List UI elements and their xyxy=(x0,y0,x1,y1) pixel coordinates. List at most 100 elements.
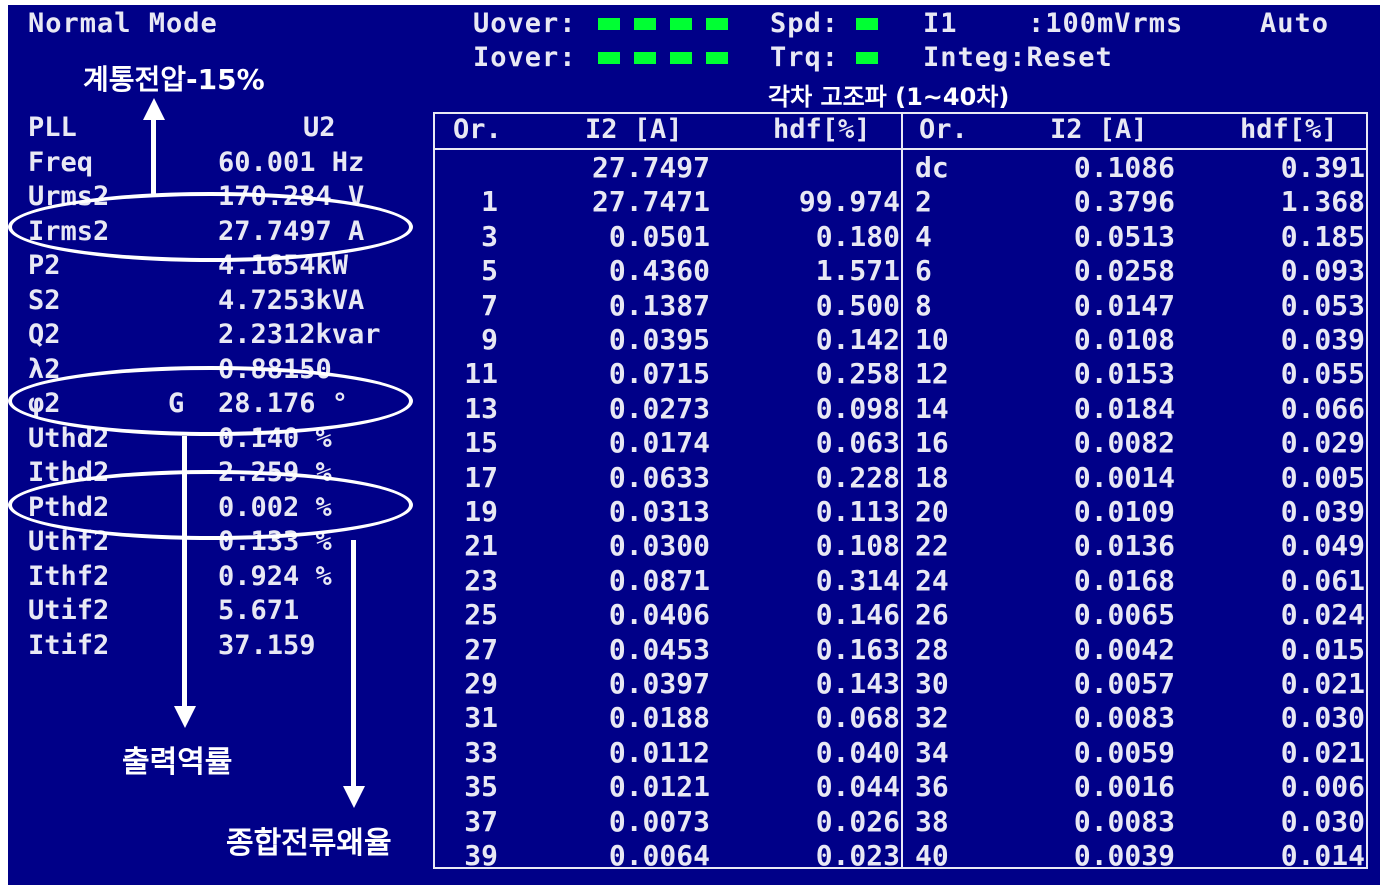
current-cell: 0.0083 xyxy=(1073,804,1175,838)
current-cell: 0.0273 xyxy=(608,391,710,425)
current-cell: 0.0406 xyxy=(608,598,710,632)
hdf-cell: 0.039 xyxy=(1280,323,1365,356)
integ-status: Integ:Reset xyxy=(923,42,1113,73)
order-cell: 39 xyxy=(464,839,498,872)
current-cell: 0.0513 xyxy=(1073,219,1175,253)
current-cell: 0.4360 xyxy=(608,254,710,288)
hdf-cell: 1.368 xyxy=(1280,185,1365,219)
current-cell: 0.0174 xyxy=(608,426,710,460)
table-row: 1 27.7471 99.974 2 0.3796 1.368 xyxy=(435,185,1366,219)
current-cell: 0.1086 xyxy=(1073,151,1175,184)
current-cell: 0.0453 xyxy=(608,632,710,666)
param-value: 4.7253kVA xyxy=(218,284,365,316)
table-row: 29 0.0397 0.143 30 0.0057 0.021 xyxy=(435,667,1366,701)
param-label: P2 xyxy=(28,250,61,281)
order-cell: 9 xyxy=(481,323,498,356)
spd-indicator xyxy=(856,18,878,30)
table-row: 21 0.0300 0.108 22 0.0136 0.049 xyxy=(435,529,1366,563)
order-cell: 17 xyxy=(464,460,498,494)
arrow-line xyxy=(151,118,156,194)
hdf-cell: 0.098 xyxy=(815,391,900,425)
param-label: S2 xyxy=(28,284,61,316)
hdf-cell: 0.108 xyxy=(815,529,900,563)
hdf-cell: 0.391 xyxy=(1280,151,1365,184)
current-cell: 0.0112 xyxy=(608,735,710,769)
col-header-current-2: I2 [A] xyxy=(1050,114,1148,145)
indicator-square xyxy=(706,18,728,30)
current-cell: 0.0258 xyxy=(1073,254,1175,288)
current-cell: 0.0109 xyxy=(1073,495,1175,528)
order-cell: 7 xyxy=(481,288,498,322)
hdf-cell: 0.014 xyxy=(1280,839,1365,872)
table-row: 13 0.0273 0.098 14 0.0184 0.066 xyxy=(435,392,1366,426)
param-value: 37.159 xyxy=(218,629,316,661)
hdf-cell: 0.030 xyxy=(1280,701,1365,735)
current-cell: 0.0064 xyxy=(608,839,710,872)
param-label: Freq xyxy=(28,146,94,178)
hdf-cell: 1.571 xyxy=(815,254,900,288)
current-cell: 27.7497 xyxy=(591,151,710,184)
arrow-line xyxy=(182,436,187,708)
mode-title: Normal Mode xyxy=(28,8,218,39)
current-cell: 0.0395 xyxy=(608,323,710,356)
current-cell: 0.0397 xyxy=(608,667,710,700)
indicator-square xyxy=(670,52,692,64)
current-cell: 0.0501 xyxy=(608,219,710,253)
param-row: PLL U2 xyxy=(28,113,428,147)
arrow-down-icon xyxy=(343,786,365,808)
hdf-cell: 0.113 xyxy=(815,495,900,528)
current-cell: 0.0082 xyxy=(1073,426,1175,460)
table-row: 37 0.0073 0.026 38 0.0083 0.030 xyxy=(435,805,1366,839)
param-value: 5.671 xyxy=(218,595,300,626)
current-cell: 0.0136 xyxy=(1073,529,1175,563)
hdf-cell: 0.142 xyxy=(815,323,900,356)
iover-label: Iover: xyxy=(473,42,577,73)
order-cell: 29 xyxy=(464,667,498,700)
annotation-harmonics: 각차 고조파 (1~40차) xyxy=(768,83,1010,111)
arrow-line xyxy=(351,540,356,788)
current-cell: 27.7471 xyxy=(591,185,710,219)
param-label: Q2 xyxy=(28,319,61,350)
arrow-down-icon xyxy=(174,706,196,728)
current-cell: 0.0073 xyxy=(608,804,710,838)
current-cell: 0.0168 xyxy=(1073,563,1175,597)
col-header-hdf-2: hdf[%] xyxy=(1240,114,1338,145)
current-cell: 0.0039 xyxy=(1073,839,1175,872)
range-mode: Auto xyxy=(1260,8,1330,39)
hdf-cell: 0.040 xyxy=(815,735,900,769)
current-cell: 0.0065 xyxy=(1073,598,1175,632)
current-cell: 0.0188 xyxy=(608,701,710,735)
current-cell: 0.0059 xyxy=(1073,735,1175,769)
param-value: 2.2312kvar xyxy=(218,319,381,350)
indicator-square xyxy=(598,52,620,64)
table-row: 15 0.0174 0.063 16 0.0082 0.029 xyxy=(435,426,1366,460)
order-cell: 3 xyxy=(481,219,498,253)
trq-label: Trq: xyxy=(770,42,840,73)
current-cell: 0.0313 xyxy=(608,495,710,528)
param-label: Itif2 xyxy=(28,629,110,661)
current-cell: 0.0016 xyxy=(1073,770,1175,804)
current-cell: 0.0057 xyxy=(1073,667,1175,700)
param-label: PLL xyxy=(28,112,77,143)
current-cell: 0.0715 xyxy=(608,357,710,391)
hdf-cell: 0.049 xyxy=(1280,529,1365,563)
table-row: 23 0.0871 0.314 24 0.0168 0.061 xyxy=(435,564,1366,598)
annotation-grid-voltage: 계통전압-15% xyxy=(83,63,265,96)
order-cell: 19 xyxy=(464,495,498,528)
range-label: I1 xyxy=(923,8,958,39)
table-row: 31 0.0188 0.068 32 0.0083 0.030 xyxy=(435,701,1366,735)
annotation-output-pf: 출력역률 xyxy=(122,745,233,780)
order-cell: 25 xyxy=(464,598,498,632)
current-cell: 0.0083 xyxy=(1073,701,1175,735)
highlight-pf xyxy=(8,366,413,436)
order-cell: 23 xyxy=(464,563,498,597)
hdf-cell: 0.185 xyxy=(1280,219,1365,253)
current-cell: 0.0042 xyxy=(1073,632,1175,666)
param-row: Utif2 5.671 xyxy=(28,596,428,630)
current-cell: 0.3796 xyxy=(1073,185,1175,219)
indicator-square xyxy=(598,18,620,30)
current-cell: 0.0121 xyxy=(608,770,710,804)
hdf-cell: 0.228 xyxy=(815,460,900,494)
hdf-cell: 0.061 xyxy=(1280,563,1365,597)
table-row: 39 0.0064 0.023 40 0.0039 0.014 xyxy=(435,839,1366,873)
